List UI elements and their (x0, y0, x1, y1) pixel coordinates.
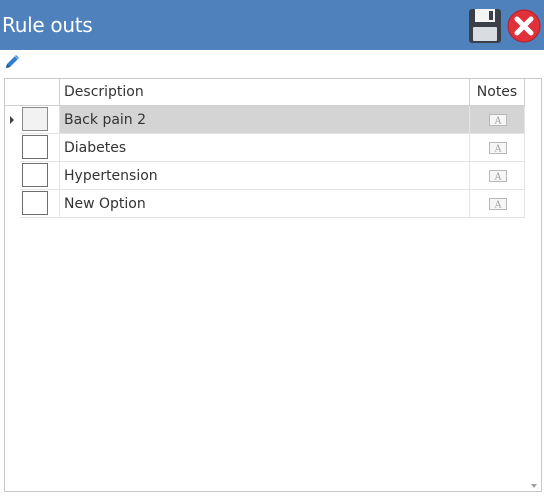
row-description[interactable]: Diabetes (60, 134, 470, 162)
close-icon (507, 9, 541, 43)
table-row[interactable]: Diabetes A (5, 134, 525, 162)
svg-text:A: A (494, 145, 502, 155)
edit-button[interactable] (3, 53, 21, 71)
row-checkbox[interactable] (22, 163, 48, 187)
indicator-header (5, 79, 20, 106)
text-note-icon[interactable]: A (489, 170, 507, 182)
current-row-arrow-icon (10, 116, 14, 124)
svg-text:A: A (494, 117, 502, 127)
chevron-down-icon (531, 484, 537, 488)
text-note-icon[interactable]: A (489, 198, 507, 210)
close-button[interactable] (507, 9, 541, 43)
row-checkbox[interactable] (22, 135, 48, 159)
svg-text:A: A (494, 173, 502, 183)
row-description[interactable]: Back pain 2 (60, 106, 470, 134)
table-row[interactable]: Hypertension A (5, 162, 525, 190)
table-row[interactable]: New Option A (5, 190, 525, 218)
window-title: Rule outs (2, 13, 93, 37)
vertical-scrollbar[interactable] (525, 79, 541, 491)
row-checkbox[interactable] (22, 107, 48, 131)
text-note-icon[interactable]: A (489, 142, 507, 154)
checkbox-column-header[interactable] (20, 79, 60, 106)
save-icon (469, 9, 501, 43)
notes-column-header[interactable]: Notes (470, 79, 525, 106)
row-checkbox[interactable] (22, 191, 48, 215)
title-bar: Rule outs (0, 0, 544, 50)
svg-text:A: A (494, 201, 502, 211)
rule-outs-grid: Description Notes Back pain 2 A Diabetes… (4, 78, 542, 492)
row-description[interactable]: New Option (60, 190, 470, 218)
row-indicator (5, 106, 20, 134)
save-button[interactable] (468, 8, 502, 44)
text-note-icon[interactable]: A (489, 114, 507, 126)
scroll-down-button[interactable] (529, 477, 539, 489)
row-description[interactable]: Hypertension (60, 162, 470, 190)
pencil-icon (6, 55, 19, 68)
table-row[interactable]: Back pain 2 A (5, 106, 525, 134)
description-column-header[interactable]: Description (60, 79, 470, 106)
